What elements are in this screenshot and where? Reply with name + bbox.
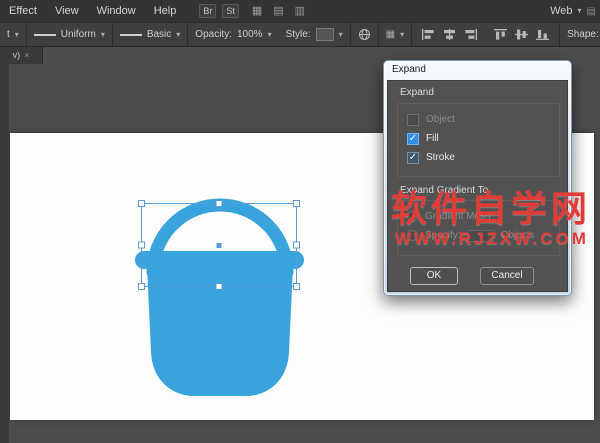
document-tab[interactable]: v) × <box>0 45 43 64</box>
brush-stroke-icon <box>120 34 142 36</box>
align-right-icon <box>464 29 477 40</box>
panels-icon[interactable]: ▤ <box>273 6 283 17</box>
align-bottom-button[interactable] <box>533 23 552 46</box>
document-setup-button[interactable] <box>351 23 378 46</box>
stroke-checkbox[interactable]: ✓ <box>407 152 419 164</box>
align-middle-icon <box>515 29 528 40</box>
document-tab-label: v) <box>13 50 21 60</box>
align-center-button[interactable] <box>440 23 459 46</box>
option-row-object: Object <box>398 110 559 129</box>
style-label: Style: <box>286 29 311 40</box>
expand-group-box: Object ✓ Fill ✓ Stroke <box>397 103 560 177</box>
watermark: 软件自学网 WWW.RJZXW.COM <box>391 190 591 249</box>
stock-button[interactable]: St <box>222 4 239 18</box>
watermark-line1: 软件自学网 <box>391 190 591 228</box>
align-right-button[interactable] <box>461 23 480 46</box>
bridge-button[interactable]: Br <box>199 4 216 18</box>
stroke-profile-icon <box>34 34 56 36</box>
object-label: Object <box>426 114 455 125</box>
cancel-button[interactable]: Cancel <box>480 267 534 285</box>
option-row-stroke: ✓ Stroke <box>398 148 559 167</box>
close-icon[interactable]: × <box>24 50 29 60</box>
chevron-down-icon: ▾ <box>339 31 343 39</box>
object-checkbox <box>407 114 419 126</box>
stroke-weight-dropdown[interactable]: t ▾ <box>0 23 26 46</box>
align-buttons <box>412 23 559 46</box>
ok-button[interactable]: OK <box>410 267 458 285</box>
workspace-switcher[interactable]: Web ▾ ▤ <box>550 5 600 17</box>
menu-help[interactable]: Help <box>145 5 186 17</box>
menu-view[interactable]: View <box>46 5 88 17</box>
style-control: Style: ▾ <box>279 23 350 46</box>
align-center-icon <box>443 29 456 40</box>
shape-label: Shape: <box>567 29 599 40</box>
illustrator-window: Effect View Window Help Br St ▦ ▤ ▥ Web … <box>0 0 600 443</box>
align-middle-button[interactable] <box>512 23 531 46</box>
chevron-down-icon: ▾ <box>176 31 180 39</box>
shape-control: Shape: <box>560 23 600 46</box>
control-bar: t ▾ Uniform ▾ Basic ▾ Opacity: 100% ▾ St… <box>0 22 600 47</box>
align-bottom-icon <box>536 29 549 40</box>
menu-effect[interactable]: Effect <box>0 5 46 17</box>
style-swatch[interactable] <box>316 28 334 41</box>
panel-menu-icon[interactable]: ▤ <box>587 6 596 17</box>
chevron-down-icon: ▾ <box>268 31 272 39</box>
watermark-line2: WWW.RJZXW.COM <box>391 229 591 249</box>
variable-width-dropdown[interactable]: Uniform ▾ <box>27 23 112 46</box>
chevron-down-icon: ▾ <box>15 31 19 39</box>
fill-checkbox[interactable]: ✓ <box>407 133 419 145</box>
stroke-label: Stroke <box>426 152 455 163</box>
opacity-label: Opacity: <box>195 29 232 40</box>
workspace-label: Web <box>550 5 572 17</box>
opacity-value-dropdown[interactable]: 100% <box>237 29 263 40</box>
tools-panel-edge <box>0 64 9 443</box>
menu-window[interactable]: Window <box>88 5 145 17</box>
chevron-down-icon: ▾ <box>101 31 105 39</box>
app-bar-icons: ▦ ▤ ▥ <box>252 6 305 17</box>
brush-label: Basic <box>147 29 171 40</box>
align-left-icon <box>422 29 435 40</box>
menu-bar: Effect View Window Help Br St ▦ ▤ ▥ Web … <box>0 0 600 22</box>
align-top-button[interactable] <box>491 23 510 46</box>
dialog-title-bar[interactable]: Expand <box>384 61 571 79</box>
align-top-icon <box>494 29 507 40</box>
option-row-fill: ✓ Fill <box>398 129 559 148</box>
variable-width-label: Uniform <box>61 29 96 40</box>
opacity-control: Opacity: 100% ▾ <box>188 23 278 46</box>
fill-label: Fill <box>426 133 439 144</box>
bucket-rim[interactable] <box>135 251 304 269</box>
chevron-down-icon: ▾ <box>400 31 404 39</box>
arrange-documents-icon[interactable]: ▦ <box>252 6 262 17</box>
stroke-weight-value: t <box>7 29 10 40</box>
globe-icon <box>358 28 371 41</box>
layout-icon[interactable]: ▥ <box>295 6 305 17</box>
selection-center-point[interactable] <box>217 243 222 248</box>
preferences-dropdown[interactable]: ▦ ▾ <box>379 23 411 46</box>
expand-dialog: Expand Expand Object ✓ Fill ✓ Stroke Exp… <box>383 60 572 296</box>
expand-group-title: Expand <box>400 87 434 98</box>
dialog-body: Expand Object ✓ Fill ✓ Stroke Expand Gra… <box>387 80 568 292</box>
chevron-down-icon: ▾ <box>578 7 582 15</box>
brush-definition-dropdown[interactable]: Basic ▾ <box>113 23 187 46</box>
grid-icon: ▦ <box>386 29 395 40</box>
align-left-button[interactable] <box>419 23 438 46</box>
